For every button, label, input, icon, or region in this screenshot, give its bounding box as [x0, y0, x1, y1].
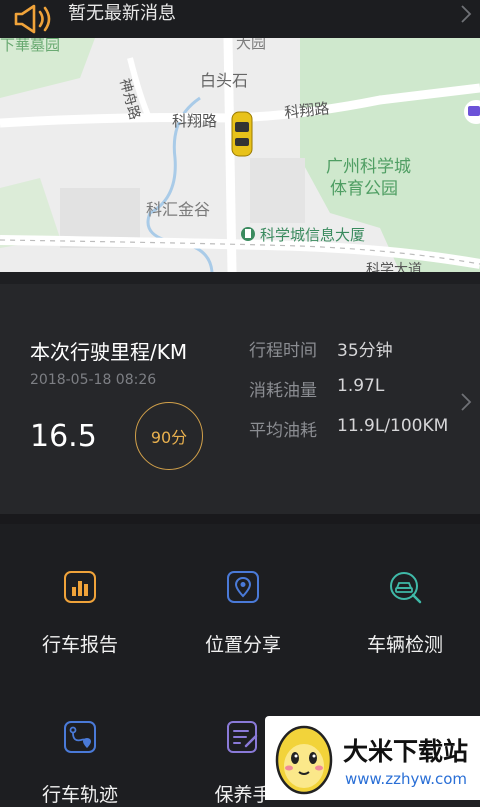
menu-item-label: 行车轨迹 [41, 784, 118, 806]
stat-value: 35分钟 [337, 341, 393, 361]
chevron-right-icon [461, 5, 472, 23]
menu-item-driving-track[interactable]: 行车轨迹 [0, 720, 160, 807]
maintenance-notes-icon [227, 721, 258, 753]
trip-summary-card[interactable]: 本次行驶里程/KM 2018-05-18 08:26 16.5 90分 行程时间… [0, 284, 480, 514]
report-chart-icon [64, 571, 96, 603]
map-canvas[interactable]: 下華墓园 大园 神舟路 白头石 科翔路 科翔路 科汇金谷 科学城信息大厦 科学大… [0, 38, 480, 272]
stat-label: 消耗油量 [249, 381, 317, 401]
car-marker-icon[interactable] [231, 111, 253, 157]
menu-item-location-share[interactable]: 位置分享 [163, 570, 323, 657]
map-view[interactable]: 下華墓园 大园 神舟路 白头石 科翔路 科翔路 科汇金谷 科学城信息大厦 科学大… [0, 38, 480, 272]
map-label-park-line1: 广州科学城 [326, 157, 411, 177]
map-label-kexiang-left: 科翔路 [172, 112, 217, 130]
stat-trip-time: 行程时间 35分钟 [249, 336, 393, 361]
stat-value: 11.9L/100KM [337, 416, 449, 436]
mileage-label: 本次行驶里程/KM [30, 340, 188, 364]
menu-item-label: 位置分享 [204, 634, 281, 656]
car-search-icon [390, 572, 422, 604]
route-track-icon [64, 721, 96, 753]
watermark-title: 大米下载站 [343, 737, 469, 766]
location-pin-icon [227, 571, 259, 603]
stat-fuel-consumed: 消耗油量 1.97L [249, 376, 384, 401]
menu-item-driving-report[interactable]: 行车报告 [0, 570, 160, 657]
stat-value: 1.97L [337, 376, 385, 396]
driving-score-badge: 90分 [135, 402, 203, 470]
megaphone-icon [14, 4, 51, 34]
map-label-info-building: 科学城信息大厦 [260, 226, 365, 244]
divider [0, 272, 480, 284]
menu-item-label: 行车报告 [41, 634, 118, 656]
chevron-right-icon[interactable] [460, 392, 472, 412]
menu-item-vehicle-check[interactable]: 车辆检测 [325, 570, 480, 657]
stat-avg-fuel: 平均油耗 11.9L/100KM [249, 416, 448, 441]
map-label-baitoushi: 白头石 [200, 71, 248, 90]
watermark-url: www.zzhyw.com [345, 770, 468, 788]
trip-distance: 16.5 [30, 419, 97, 454]
map-label-kexue-avenue: 科学大道 [366, 262, 422, 272]
stat-label: 行程时间 [249, 341, 317, 361]
svg-text:大园: 大园 [236, 38, 266, 52]
stat-label: 平均油耗 [249, 421, 317, 441]
watermark-badge: 大米下载站 www.zzhyw.com [265, 716, 480, 800]
map-label-kehui: 科汇金谷 [146, 200, 210, 219]
menu-item-label: 车辆检测 [366, 634, 443, 656]
svg-text:下華墓园: 下華墓园 [0, 38, 60, 54]
egg-mascot-logo [275, 725, 333, 795]
notice-bar[interactable]: 暂无最新消息 [0, 0, 480, 38]
building-marker-icon [241, 227, 255, 241]
map-label-park-line2: 体育公园 [330, 179, 398, 199]
notice-text: 暂无最新消息 [68, 3, 176, 24]
trip-date: 2018-05-18 08:26 [30, 372, 157, 388]
